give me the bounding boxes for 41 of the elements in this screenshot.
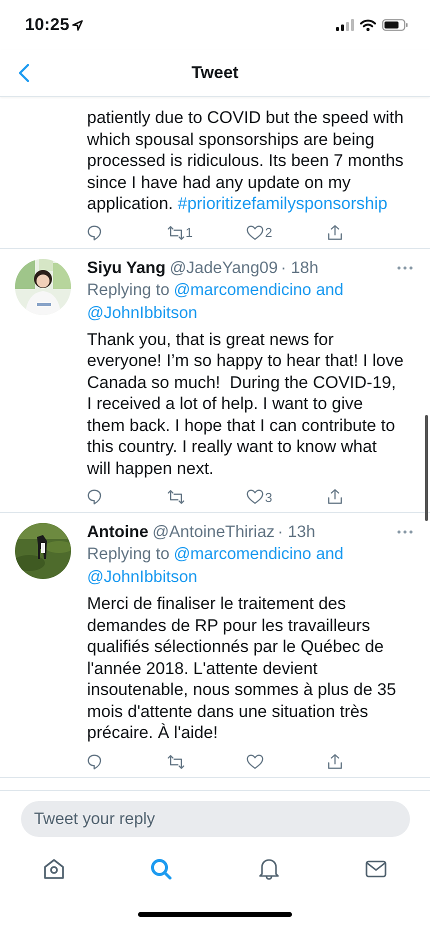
heart-icon[interactable] [246, 752, 264, 770]
replying-label: Replying to [87, 280, 170, 298]
tweet-text: Merci de finaliser le traitement des demandes de RP pour les travailleurs qualifiés sélectionnés par le Québec de l'année 2018. L'attente devient insoutenable, nous sommes à plus de 35 mois d'attente dans une situation très précaire. À l'aide! [87, 593, 398, 744]
action-count: 3 [265, 490, 272, 504]
user-name: Siyu Yang [87, 258, 166, 278]
home-icon[interactable] [42, 857, 66, 881]
reply-field[interactable]: Tweet your reply [21, 801, 410, 837]
page-title: Tweet [192, 63, 238, 83]
replying-label: Replying to [87, 545, 170, 563]
share-icon[interactable] [326, 224, 344, 242]
mention-link[interactable]: @JohnIbbitson [87, 566, 198, 589]
battery-icon [382, 19, 408, 31]
tweet-text: Thank you, that is great news for everyone! I’m so happy to hear that! I love Canada so much! During the COVID-19, I received a lot of help. I want to give them back. I hope that I can contribute to this country. I really want to know what will happen next. [87, 328, 405, 479]
location-arrow-icon [72, 20, 84, 30]
mention-link[interactable]: @marcomendicino and [174, 280, 344, 298]
heart-icon[interactable] [246, 224, 264, 242]
user-handle: @AntoineThiriaz [152, 523, 275, 542]
mention-link[interactable]: @JohnIbbitson [87, 302, 198, 324]
mention-link[interactable]: @marcomendicino and [174, 545, 344, 563]
heart-icon[interactable] [246, 488, 264, 506]
clock-time: 10:25 [25, 15, 70, 35]
signal-icon [336, 19, 354, 31]
retweet-icon[interactable] [166, 752, 184, 770]
more-icon[interactable] [397, 266, 413, 270]
user-handle: @JadeYang09 [170, 258, 278, 278]
share-icon[interactable] [326, 752, 344, 770]
action-count: 1 [186, 225, 193, 240]
retweet-icon[interactable] [166, 488, 184, 506]
tweet-time: · 18h [280, 258, 318, 278]
user-name: Antoine [87, 523, 148, 542]
hashtag-link[interactable]: #prioritizefamilysponsorship [178, 194, 388, 213]
wifi-icon [360, 19, 376, 31]
bell-icon[interactable] [256, 857, 281, 881]
action-count: 2 [265, 225, 272, 240]
tweet-time: · 13h [278, 523, 316, 542]
tweet-text: patiently due to COVID but the speed with which spousal sponsorships are being processed is ridiculous. Its been 7 months since I have had any update on my application. #prioritizefamilysponsorship [87, 107, 405, 214]
retweet-icon[interactable] [166, 224, 184, 242]
back-icon[interactable] [18, 63, 30, 83]
share-icon[interactable] [326, 488, 344, 506]
more-icon[interactable] [397, 530, 413, 534]
search-icon[interactable] [149, 857, 174, 881]
